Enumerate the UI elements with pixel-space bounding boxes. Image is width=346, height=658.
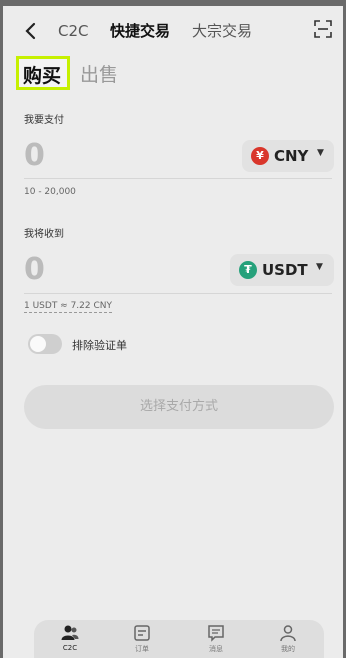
users-icon xyxy=(61,624,79,642)
cny-icon: ¥ xyxy=(251,147,269,165)
receive-currency-code: USDT xyxy=(262,261,308,279)
buy-tab-label: 购买 xyxy=(23,65,62,87)
pay-amount-input[interactable]: 0 xyxy=(24,138,45,173)
pay-currency-code: CNY xyxy=(274,147,309,165)
pay-label: 我要支付 xyxy=(24,115,64,126)
exchange-rate[interactable]: 1 USDT ≈ 7.22 CNY xyxy=(24,301,112,313)
select-payment-method-button[interactable]: 选择支付方式 xyxy=(24,385,334,429)
back-icon[interactable] xyxy=(22,20,40,42)
pay-divider xyxy=(24,178,332,179)
nav-item-profile[interactable]: 我的 xyxy=(268,624,308,654)
nav-item-orders[interactable]: 订单 xyxy=(122,624,162,654)
nav-label-orders: 订单 xyxy=(135,645,149,653)
app-screen: C2C 快捷交易 大宗交易 购买 出售 我要支付 0 ¥ CNY ▼ 10 - … xyxy=(0,0,346,658)
device-frame xyxy=(0,0,346,6)
pay-currency-select[interactable]: ¥ CNY ▼ xyxy=(242,140,334,172)
nav-item-messages[interactable]: 消息 xyxy=(196,624,236,654)
chevron-down-icon: ▼ xyxy=(316,262,323,272)
receive-label: 我将收到 xyxy=(24,229,64,240)
usdt-icon: ₮ xyxy=(239,261,257,279)
nav-item-c2c[interactable]: C2C xyxy=(50,624,90,652)
orders-icon xyxy=(133,624,151,642)
exclude-verified-label: 排除验证单 xyxy=(72,339,127,352)
buy-tab[interactable]: 购买 xyxy=(16,56,70,90)
chevron-down-icon: ▼ xyxy=(317,148,324,158)
nav-label-c2c: C2C xyxy=(62,644,78,652)
receive-divider xyxy=(24,293,332,294)
top-header: C2C 快捷交易 大宗交易 xyxy=(0,14,346,50)
sell-tab[interactable]: 出售 xyxy=(80,60,118,87)
tab-quick-trade[interactable]: 快捷交易 xyxy=(110,21,170,41)
exclude-verified-toggle[interactable] xyxy=(28,334,62,354)
bottom-nav: C2C 订单 消息 我的 xyxy=(34,620,324,658)
receive-currency-select[interactable]: ₮ USDT ▼ xyxy=(230,254,334,286)
device-frame-left xyxy=(0,0,3,658)
pay-range: 10 - 20,000 xyxy=(24,187,76,197)
user-icon xyxy=(279,624,297,642)
tab-c2c[interactable]: C2C xyxy=(58,21,89,41)
scan-icon[interactable] xyxy=(314,20,332,38)
message-icon xyxy=(207,624,225,642)
receive-amount-input[interactable]: 0 xyxy=(24,252,45,287)
nav-label-profile: 我的 xyxy=(281,645,295,653)
nav-label-messages: 消息 xyxy=(209,645,223,653)
toggle-knob xyxy=(30,336,46,352)
tab-bulk-trade[interactable]: 大宗交易 xyxy=(192,21,252,41)
